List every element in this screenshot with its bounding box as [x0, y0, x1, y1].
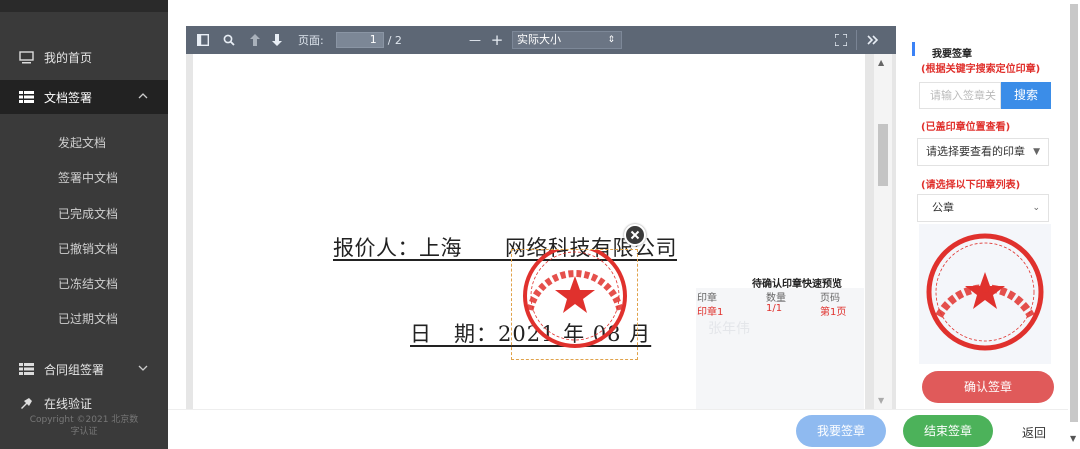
viewer-scrollbar[interactable] — [874, 54, 892, 409]
panel-title: 我要签章 — [932, 49, 972, 60]
back-button[interactable]: 返回 — [1022, 424, 1046, 441]
sidebar-item-label: 我的首页 — [44, 50, 93, 65]
preview-row-count: 1/1 — [766, 303, 783, 314]
page-scroll-thumb[interactable] — [1070, 4, 1078, 422]
list-icon — [18, 90, 34, 104]
sidebar-subitem-expired[interactable]: 已过期文档 — [0, 301, 168, 335]
remove-seal-button[interactable] — [624, 224, 646, 246]
sidebar-item-label: 文档签署 — [44, 90, 93, 105]
sidebar-subitem-frozen[interactable]: 已冻结文档 — [0, 266, 168, 300]
preview-header-seal: 印章 — [697, 293, 717, 304]
close-icon — [630, 230, 640, 240]
preview-row-seal[interactable]: 印章1 — [697, 303, 723, 318]
sidebar-item-contract-group[interactable]: 合同组签署 — [0, 352, 168, 386]
arrow-up-icon[interactable] — [244, 29, 266, 51]
more-tools-icon[interactable] — [862, 29, 884, 51]
sidebar-item-verify[interactable]: 在线验证 — [0, 392, 168, 414]
zoom-select[interactable]: 实际大小 ⇕ — [512, 31, 622, 49]
page-scroll-down-icon[interactable]: ▼ — [1070, 434, 1076, 443]
list-icon — [18, 362, 34, 376]
arrow-down-icon[interactable] — [266, 29, 288, 51]
preview-title: 待确认印章快速预览 — [752, 279, 842, 290]
sidebar-item-doc-sign[interactable]: 文档签署 — [0, 80, 168, 114]
seal-list-item[interactable] — [919, 224, 1051, 364]
watermark-text: 张年伟 — [708, 321, 750, 337]
panel-accent-bar — [912, 42, 915, 56]
view-seal-select[interactable]: 请选择要查看的印章 ▼ — [917, 138, 1049, 166]
hint-view: (已盖印章位置查看) — [921, 122, 1011, 133]
sidebar-item-home[interactable]: 我的首页 — [0, 40, 168, 74]
confirm-sign-button[interactable]: 确认签章 — [922, 371, 1054, 403]
sidebar-top-strip — [0, 0, 168, 12]
search-icon[interactable] — [218, 29, 240, 51]
seal-image — [523, 244, 627, 348]
sidebar-item-label: 合同组签署 — [44, 362, 105, 377]
search-button[interactable]: 搜索 — [1001, 82, 1051, 109]
sidebar-item-label: 在线验证 — [44, 396, 93, 411]
sidebar-subitem-start[interactable]: 发起文档 — [0, 125, 168, 159]
hint-list: (请选择以下印章列表) — [921, 180, 1021, 191]
verify-icon — [18, 396, 34, 410]
page-label: 页面: — [298, 34, 324, 47]
chevron-down-icon — [138, 362, 148, 375]
seal-preview-image — [926, 233, 1044, 351]
page-total: / 2 — [387, 33, 402, 47]
toolbar-divider — [856, 30, 857, 50]
sidebar-subitem-signing[interactable]: 签署中文档 — [0, 160, 168, 194]
chevron-up-icon — [138, 90, 148, 103]
preview-row-page[interactable]: 第1页 — [820, 303, 846, 318]
zoom-in-button[interactable]: + — [486, 29, 508, 51]
caret-down-icon: ▼ — [1033, 147, 1040, 157]
fullscreen-icon[interactable] — [830, 29, 852, 51]
sidebar-subitem-revoked[interactable]: 已撤销文档 — [0, 231, 168, 265]
placed-seal[interactable] — [511, 244, 638, 360]
seal-type-select[interactable]: 公章 ⌄ — [917, 194, 1049, 222]
scroll-up-icon[interactable]: ▲ — [878, 58, 884, 67]
viewer-scroll-thumb[interactable] — [878, 124, 888, 186]
zoom-out-button[interactable]: — — [464, 29, 486, 51]
sidebar: 我的首页 文档签署 发起文档 签署中文档 已完成文档 已撤销文档 已冻结文档 已… — [0, 0, 168, 449]
monitor-icon — [18, 50, 34, 64]
preview-header-page: 页码 — [820, 293, 840, 304]
hint-keyword: (根据关键字搜索定位印章) — [921, 64, 1041, 75]
page-number-input[interactable]: 1 — [335, 32, 384, 48]
scroll-down-icon[interactable]: ▼ — [878, 396, 884, 405]
end-sign-button[interactable]: 结束签章 — [903, 415, 993, 447]
select-arrows-icon: ⇕ — [607, 35, 615, 45]
chevron-down-icon: ⌄ — [1032, 203, 1040, 213]
sidebar-subitem-completed[interactable]: 已完成文档 — [0, 196, 168, 230]
my-sign-button[interactable]: 我要签章 — [796, 415, 886, 447]
preview-header-count: 数量 — [766, 293, 786, 304]
keyword-search-input[interactable]: 请输入签章关 — [919, 82, 1001, 109]
sidebar-toggle-icon[interactable] — [192, 29, 214, 51]
copyright: Copyright ©2021 北京数 字认证 — [29, 415, 139, 437]
